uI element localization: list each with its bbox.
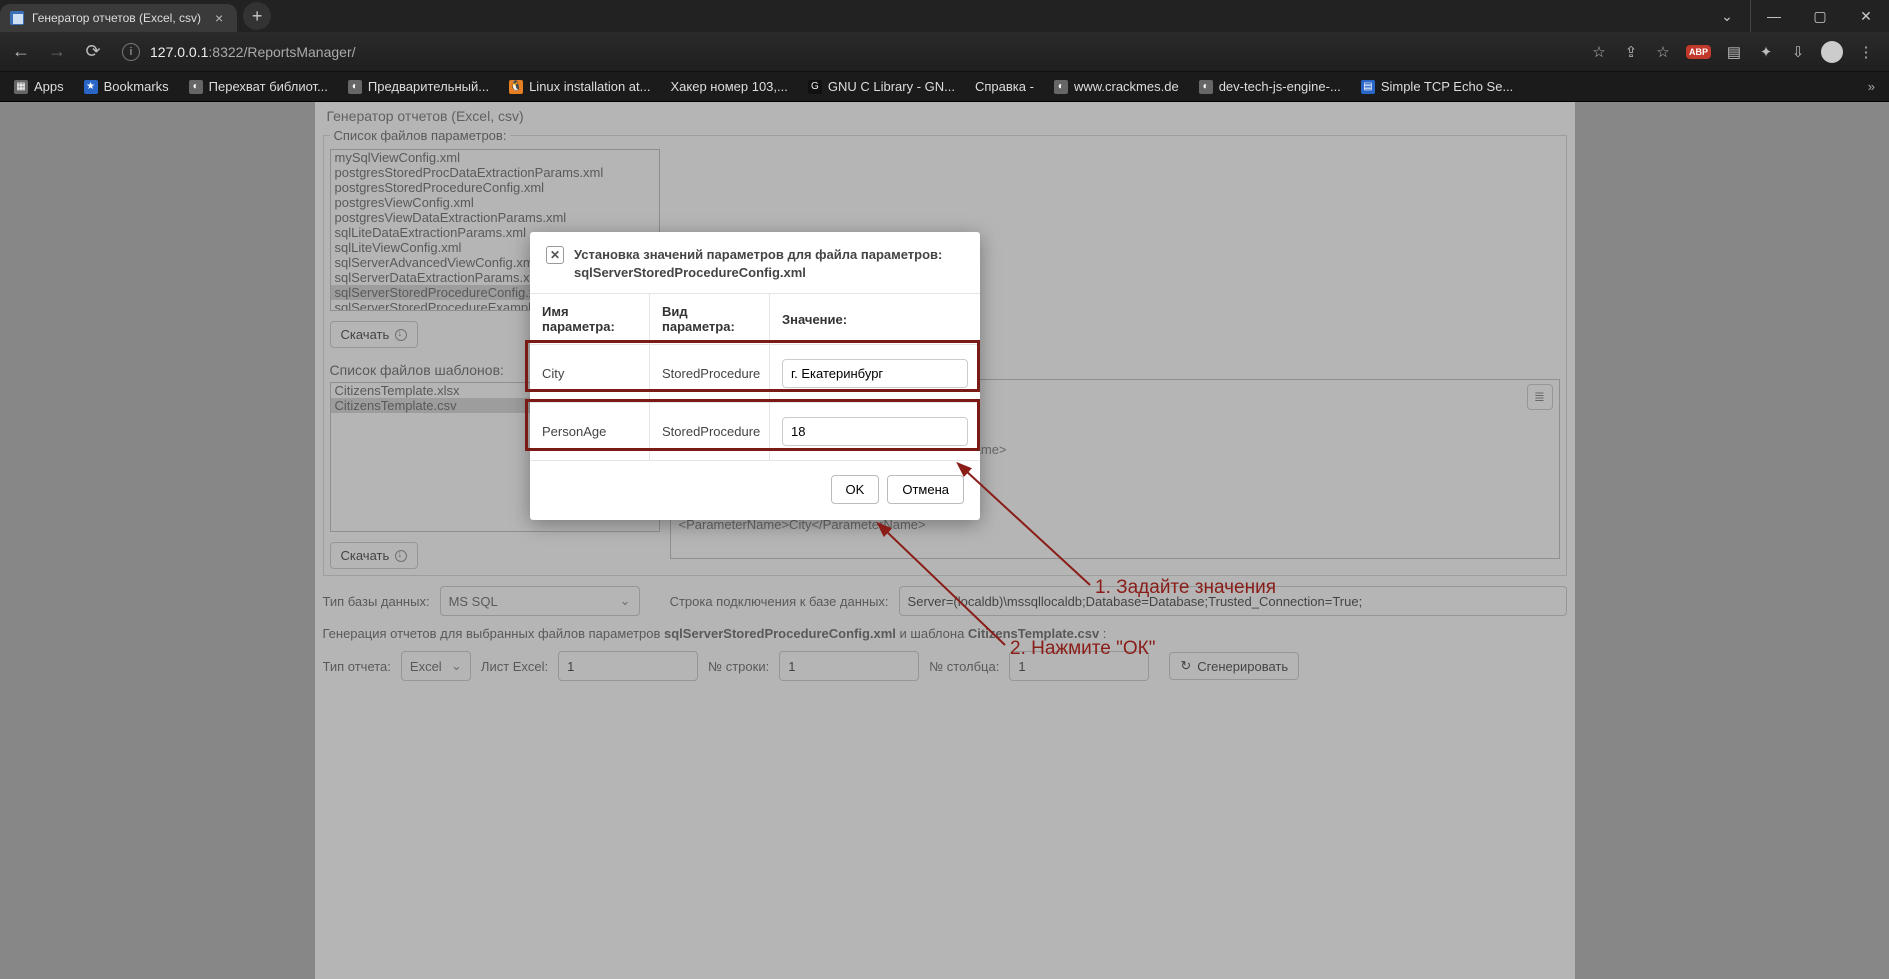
bookmarks-overflow-icon[interactable]: » <box>1862 79 1881 94</box>
col-name-header: Имя параметра: <box>530 294 650 344</box>
site-info-icon[interactable]: i <box>122 43 140 61</box>
apps-label: Apps <box>34 79 64 94</box>
param-value-input[interactable] <box>782 417 968 446</box>
reload-button[interactable]: ⟳ <box>78 37 108 67</box>
window-titlebar: Генератор отчетов (Excel, csv) × + ⌄ — ▢… <box>0 0 1889 32</box>
extensions-icon[interactable]: ✦ <box>1757 43 1775 61</box>
maximize-button[interactable]: ▢ <box>1797 0 1843 32</box>
params-table-header: Имя параметра: Вид параметра: Значение: <box>530 294 980 345</box>
abp-extension-icon[interactable]: ABP <box>1686 45 1711 59</box>
param-kind: StoredProcedure <box>650 403 770 460</box>
globe-icon: ◐ <box>1054 80 1068 94</box>
bookmark-label: Справка - <box>975 79 1034 94</box>
param-value-input[interactable] <box>782 359 968 388</box>
url-host: 127.0.0.1 <box>150 44 208 60</box>
back-button[interactable]: ← <box>6 37 36 67</box>
bookmark-label: www.crackmes.de <box>1074 79 1179 94</box>
modal-title-line1: Установка значений параметров для файла … <box>574 246 942 264</box>
bookmark-label: dev-tech-js-engine-... <box>1219 79 1341 94</box>
param-row: City StoredProcedure <box>530 345 980 403</box>
bookmark-item[interactable]: ▤ Simple TCP Echo Se... <box>1355 77 1519 96</box>
chrome-dropdown-icon[interactable]: ⌄ <box>1704 0 1750 32</box>
gnu-icon: G <box>808 80 822 94</box>
downloads-icon[interactable]: ⇩ <box>1789 43 1807 61</box>
page-icon <box>10 11 24 25</box>
toolbar-right: ☆ ⇪ ☆ ABP ▤ ✦ ⇩ ⋮ <box>1590 41 1883 63</box>
bookmark-star-icon[interactable]: ☆ <box>1654 43 1672 61</box>
bookmark-label: Simple TCP Echo Se... <box>1381 79 1513 94</box>
new-tab-button[interactable]: + <box>243 2 271 30</box>
address-bar: ← → ⟳ i 127.0.0.1 :8322 /ReportsManager/… <box>0 32 1889 72</box>
profile-avatar[interactable] <box>1821 41 1843 63</box>
bookmark-item[interactable]: 🐧 Linux installation at... <box>503 77 656 96</box>
tux-icon: 🐧 <box>509 80 523 94</box>
star-icon: ★ <box>84 80 98 94</box>
param-row: PersonAge StoredProcedure <box>530 403 980 461</box>
url-port: :8322 <box>208 44 243 60</box>
bookmark-label: Linux installation at... <box>529 79 650 94</box>
tab-title: Генератор отчетов (Excel, csv) <box>32 11 201 25</box>
bookmark-label: GNU C Library - GN... <box>828 79 955 94</box>
bookmark-item[interactable]: ◐ Перехват библиот... <box>183 77 334 96</box>
minimize-button[interactable]: — <box>1751 0 1797 32</box>
apps-grid-icon: ▦ <box>14 80 28 94</box>
params-table: Имя параметра: Вид параметра: Значение: … <box>530 293 980 461</box>
window-controls: ⌄ — ▢ ✕ <box>1704 0 1889 32</box>
bookmark-item[interactable]: Хакер номер 103,... <box>664 77 793 96</box>
share-icon[interactable]: ⇪ <box>1622 43 1640 61</box>
bookmark-item[interactable]: Справка - <box>969 77 1040 96</box>
bookmark-item[interactable]: ◐ Предварительный... <box>342 77 495 96</box>
param-name: City <box>530 345 650 402</box>
modal-cancel-button[interactable]: Отмена <box>887 475 964 504</box>
modal-title-line2: sqlServerStoredProcedureConfig.xml <box>574 264 942 282</box>
modal-close-button[interactable]: ✕ <box>546 246 564 264</box>
close-tab-icon[interactable]: × <box>215 10 223 26</box>
bookmark-label: Предварительный... <box>368 79 489 94</box>
bookmarks-bar: ▦ Apps ★ Bookmarks ◐ Перехват библиот... ◐ П… <box>0 72 1889 102</box>
bookmark-label: Перехват библиот... <box>209 79 328 94</box>
translate-icon[interactable]: ☆ <box>1590 43 1608 61</box>
param-kind: StoredProcedure <box>650 345 770 402</box>
url-path: /ReportsManager/ <box>243 44 355 60</box>
param-name: PersonAge <box>530 403 650 460</box>
bookmark-label: Хакер номер 103,... <box>670 79 787 94</box>
modal-ok-button[interactable]: OK <box>831 475 880 504</box>
close-window-button[interactable]: ✕ <box>1843 0 1889 32</box>
forward-button[interactable]: → <box>42 37 72 67</box>
browser-tab[interactable]: Генератор отчетов (Excel, csv) × <box>0 4 237 32</box>
reader-icon[interactable]: ▤ <box>1725 43 1743 61</box>
bookmark-label: Bookmarks <box>104 79 169 94</box>
modal-title: Установка значений параметров для файла … <box>574 246 942 281</box>
url-input[interactable]: i 127.0.0.1 :8322 /ReportsManager/ <box>114 37 1584 67</box>
kebab-menu-icon[interactable]: ⋮ <box>1857 43 1875 61</box>
globe-icon: ◐ <box>348 80 362 94</box>
globe-icon: ◐ <box>189 80 203 94</box>
page-icon: ▤ <box>1361 80 1375 94</box>
bookmark-item[interactable]: G GNU C Library - GN... <box>802 77 961 96</box>
bookmark-item[interactable]: ◐ dev-tech-js-engine-... <box>1193 77 1347 96</box>
col-kind-header: Вид параметра: <box>650 294 770 344</box>
bookmark-item[interactable]: ★ Bookmarks <box>78 77 175 96</box>
col-value-header: Значение: <box>770 294 980 344</box>
apps-button[interactable]: ▦ Apps <box>8 77 70 96</box>
globe-icon: ◐ <box>1199 80 1213 94</box>
set-params-modal: ✕ Установка значений параметров для файл… <box>530 232 980 520</box>
bookmark-item[interactable]: ◐ www.crackmes.de <box>1048 77 1185 96</box>
